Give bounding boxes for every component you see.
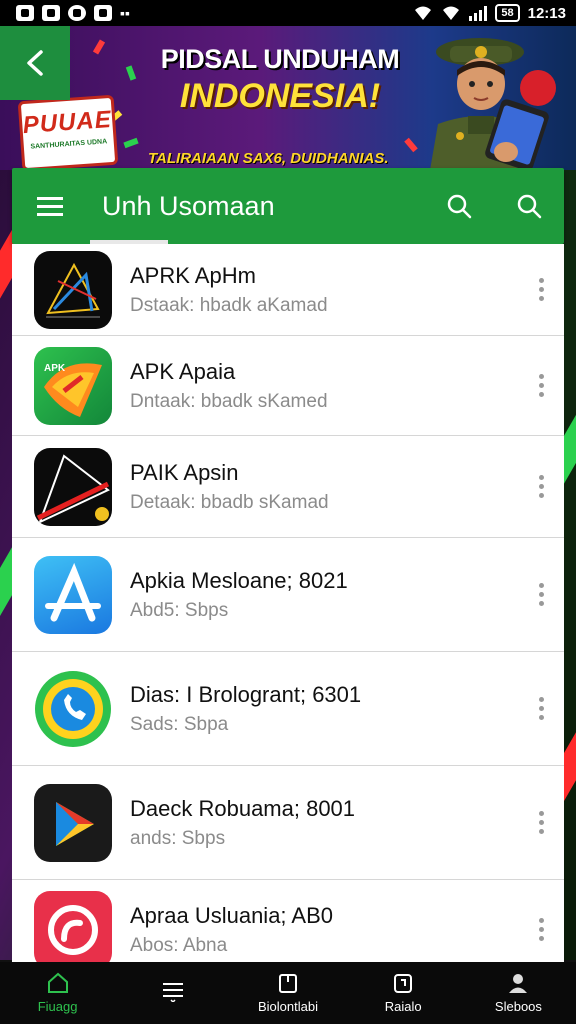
banner-title-line2: INDONESIA! bbox=[179, 77, 381, 115]
app-name: APRK ApHm bbox=[130, 262, 256, 288]
list-item[interactable]: Apkia Mesloane; 8021 Abd5: Sbps bbox=[12, 538, 564, 652]
chevron-left-icon bbox=[27, 50, 43, 76]
status-time: 12:13 bbox=[527, 4, 566, 22]
app-subtitle: Detaak: bbadb sKamad bbox=[130, 491, 329, 513]
nav-item-list[interactable] bbox=[115, 962, 230, 1024]
promo-banner[interactable]: PUUAE SANTHURAITAS UDNA PIDSAL UNDUHAM I… bbox=[0, 26, 576, 170]
phone-circle-icon bbox=[34, 669, 112, 748]
svg-text:APK: APK bbox=[44, 363, 66, 374]
box-icon bbox=[279, 974, 297, 993]
app-name: Daeck Robuama; 8001 bbox=[130, 795, 356, 821]
brand-logo-subtext: SANTHURAITAS UDNA bbox=[30, 138, 108, 151]
app-subtitle: Sads: Sbpa bbox=[130, 713, 229, 735]
notification-icons: ▪▪ bbox=[16, 5, 130, 21]
app-name: APK Apaia bbox=[130, 358, 236, 384]
more-options-icon[interactable] bbox=[518, 811, 564, 834]
app-subtitle: Dntaak: bbadk sKamed bbox=[130, 390, 328, 412]
search-icon bbox=[447, 194, 472, 219]
page-title: Unh Usomaan bbox=[102, 190, 275, 221]
banner-title-line1: PIDSAL UNDUHAM bbox=[160, 44, 400, 74]
more-options-icon[interactable] bbox=[518, 475, 564, 498]
app-subtitle: Dstaak: hbadk aKamad bbox=[130, 294, 328, 316]
list-item[interactable]: Apraa Usluania; AB0 Abos: Abna bbox=[12, 880, 564, 962]
green-orange-logo-icon: APK bbox=[34, 346, 112, 425]
bag-icon bbox=[394, 974, 413, 993]
more-options-icon[interactable] bbox=[518, 278, 564, 301]
status-bar: ▪▪ 58 12:13 bbox=[0, 0, 576, 26]
notification-icon bbox=[42, 5, 60, 21]
black-red-triangle-icon bbox=[34, 447, 112, 526]
search-icon bbox=[517, 194, 542, 219]
wifi-icon bbox=[443, 6, 460, 20]
nav-label: Fiuagg bbox=[37, 999, 78, 1014]
signal-icon bbox=[469, 5, 488, 21]
dark-abstract-icon bbox=[34, 250, 112, 329]
list-item[interactable]: APK APK Apaia Dntaak: bbadk sKamed bbox=[12, 336, 564, 436]
banner-title: PIDSAL UNDUHAM INDONESIA! bbox=[150, 44, 410, 116]
hamburger-icon bbox=[37, 204, 63, 208]
share-icon[interactable] bbox=[520, 70, 556, 106]
app-name: Dias: I Brologrant; 6301 bbox=[130, 681, 362, 707]
banner-subtitle: TALIRAIAAN SAX6, DUIDHANIAS. bbox=[148, 150, 389, 167]
list-item[interactable]: Dias: I Brologrant; 6301 Sads: Sbpa bbox=[12, 652, 564, 766]
bottom-navigation: Fiuagg Biolontlabi Raialo Sleboos bbox=[0, 962, 576, 1024]
app-subtitle: Abd5: Sbps bbox=[130, 599, 229, 621]
wifi-icon bbox=[415, 6, 432, 20]
app-subtitle: ands: Sbps bbox=[130, 827, 226, 849]
nav-label: Sleboos bbox=[494, 999, 542, 1014]
nav-item-store[interactable]: Raialo bbox=[346, 962, 461, 1024]
more-options-icon[interactable] bbox=[518, 583, 564, 606]
notification-icon bbox=[68, 5, 86, 21]
brand-logo: PUUAE SANTHURAITAS UDNA bbox=[17, 94, 119, 170]
notification-icon bbox=[16, 5, 34, 21]
red-swirl-icon bbox=[34, 890, 112, 962]
app-subtitle: Abos: Abna bbox=[130, 934, 228, 956]
user-icon bbox=[509, 974, 528, 993]
more-options-icon[interactable] bbox=[518, 374, 564, 397]
search-button-secondary[interactable] bbox=[494, 168, 564, 244]
active-tab-indicator bbox=[90, 240, 168, 244]
list-item[interactable]: APRK ApHm Dstaak: hbadk aKamad bbox=[12, 244, 564, 336]
home-icon bbox=[47, 972, 68, 993]
nav-item-home[interactable]: Fiuagg bbox=[0, 962, 115, 1024]
app-name: Apkia Mesloane; 8021 bbox=[130, 567, 348, 593]
mail-icon bbox=[94, 5, 112, 21]
battery-icon: 58 bbox=[495, 4, 520, 22]
list-item[interactable]: Daeck Robuama; 8001 ands: Sbps bbox=[12, 766, 564, 880]
nav-label: Raialo bbox=[384, 999, 422, 1014]
brand-logo-text: PUUAE bbox=[21, 105, 113, 140]
back-button[interactable] bbox=[0, 26, 70, 100]
more-notifications-icon: ▪▪ bbox=[120, 5, 130, 21]
app-header: Unh Usomaan bbox=[12, 168, 564, 244]
app-name: PAIK Apsin bbox=[130, 459, 239, 485]
nav-item-downloads[interactable]: Biolontlabi bbox=[230, 962, 345, 1024]
nav-item-profile[interactable]: Sleboos bbox=[461, 962, 576, 1024]
list-item[interactable]: PAIK Apsin Detaak: bbadb sKamad bbox=[12, 436, 564, 538]
list-icon bbox=[162, 982, 183, 1002]
play-triangle-icon bbox=[34, 783, 112, 862]
blue-a-icon bbox=[34, 555, 112, 634]
nav-label: Biolontlabi bbox=[258, 999, 318, 1014]
menu-button[interactable] bbox=[12, 168, 88, 244]
app-name: Apraa Usluania; AB0 bbox=[130, 902, 334, 928]
app-list: APRK ApHm Dstaak: hbadk aKamad APK APK A… bbox=[12, 244, 564, 962]
more-options-icon[interactable] bbox=[518, 697, 564, 720]
search-button[interactable] bbox=[424, 168, 494, 244]
more-options-icon[interactable] bbox=[518, 918, 564, 941]
